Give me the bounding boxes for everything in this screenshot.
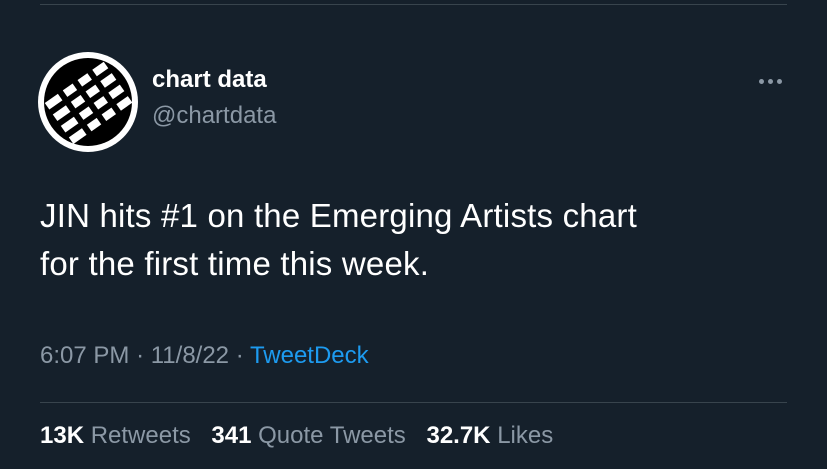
likes-label: Likes (497, 422, 554, 449)
retweets-stat[interactable]: 13K Retweets (40, 422, 197, 449)
tweet-text-line: for the first time this week. (40, 245, 430, 282)
quote-tweets-label: Quote Tweets (258, 422, 406, 449)
quote-tweets-count: 341 (211, 422, 252, 449)
tweet-text-line: JIN hits #1 on the Emerging Artists char… (40, 197, 637, 234)
tweet-date[interactable]: 11/8/22 (151, 342, 229, 369)
likes-count: 32.7K (426, 422, 491, 449)
meta-separator: · (235, 342, 244, 369)
more-dot (758, 78, 764, 84)
tweet-stats: 13K Retweets 341 Quote Tweets 32.7K Like… (40, 422, 567, 450)
retweets-count: 13K (40, 422, 85, 449)
avatar[interactable] (38, 52, 138, 152)
tweet-text: JIN hits #1 on the Emerging Artists char… (40, 192, 800, 288)
likes-stat[interactable]: 32.7K Likes (426, 422, 553, 449)
more-dot (776, 78, 782, 84)
piano-keys-logo-icon (39, 53, 137, 151)
stats-divider (40, 402, 787, 403)
tweet-meta: 6:07 PM · 11/8/22 · TweetDeck (40, 342, 369, 370)
quote-tweets-stat[interactable]: 341 Quote Tweets (211, 422, 412, 449)
more-dot (767, 78, 773, 84)
retweets-label: Retweets (90, 422, 191, 449)
tweet-source-link[interactable]: TweetDeck (250, 342, 369, 369)
top-divider (40, 4, 787, 5)
more-options-icon[interactable] (750, 66, 790, 96)
author-handle[interactable]: @chartdata (152, 102, 276, 130)
meta-separator: · (136, 342, 145, 369)
author-name[interactable]: chart data (152, 66, 267, 94)
tweet-time[interactable]: 6:07 PM (40, 342, 129, 369)
